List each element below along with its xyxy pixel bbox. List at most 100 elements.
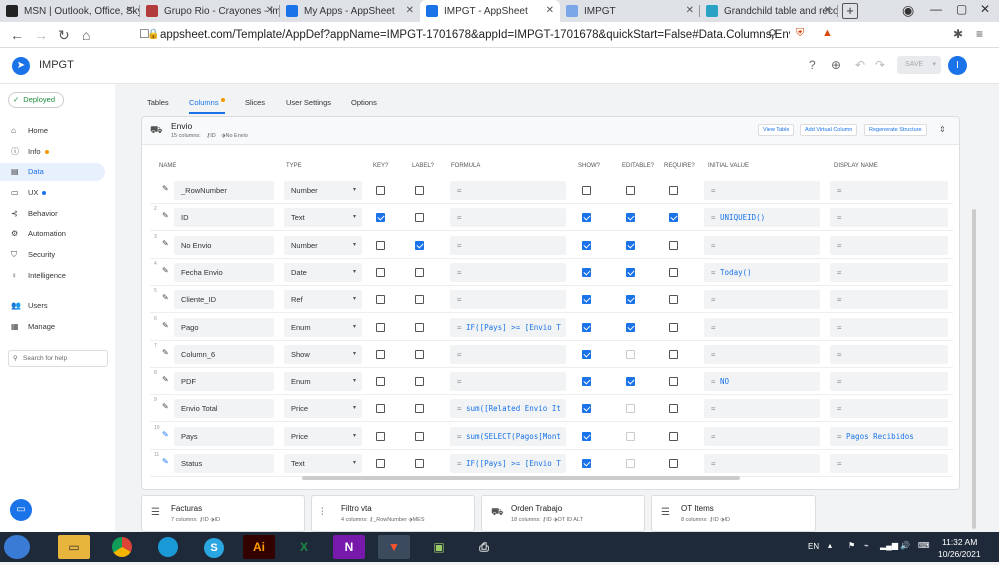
deployed-status-badge[interactable]: ✓ Deployed — [8, 92, 64, 108]
browser-tab-3[interactable]: My Apps - AppSheet ✕ — [280, 0, 420, 22]
edit-pencil-icon[interactable]: ✎ — [162, 239, 169, 248]
require-checkbox[interactable] — [669, 213, 678, 223]
edit-pencil-icon[interactable]: ✎ — [162, 293, 169, 302]
language-indicator[interactable]: EN — [808, 542, 819, 551]
formula-field[interactable]: = — [450, 181, 566, 200]
sidebar-item-manage[interactable]: ▦ Manage — [0, 318, 105, 336]
clock-date[interactable]: 10/26/2021 — [938, 549, 981, 559]
flag-icon[interactable]: ⚑ — [848, 541, 855, 550]
column-type-select[interactable]: Price ▾ — [284, 426, 362, 446]
brave-rewards-icon[interactable]: ▲ — [822, 27, 833, 39]
initial-value-field[interactable]: = — [704, 399, 820, 419]
expand-collapse-icon[interactable]: ⇕ — [939, 125, 946, 134]
column-name-field[interactable]: Column_6 — [174, 344, 274, 364]
editable-checkbox[interactable] — [626, 431, 635, 441]
column-name-field[interactable]: ID — [174, 208, 274, 228]
display-name-field[interactable]: = — [830, 372, 948, 392]
display-name-field[interactable]: = — [830, 454, 948, 473]
key-checkbox[interactable] — [376, 186, 385, 195]
forward-icon[interactable]: → — [34, 27, 48, 43]
column-name-field[interactable]: Envio Total — [174, 399, 274, 419]
edit-pencil-icon[interactable]: ✎ — [162, 184, 169, 193]
key-checkbox[interactable] — [376, 349, 385, 359]
key-checkbox[interactable] — [376, 431, 385, 441]
editable-checkbox[interactable] — [626, 349, 635, 359]
display-name-field[interactable]: = — [830, 262, 948, 282]
show-checkbox[interactable] — [582, 295, 591, 305]
editable-checkbox[interactable] — [626, 377, 635, 387]
browser-tab-5[interactable]: IMPGT ✕ — [560, 0, 700, 22]
network-icon[interactable]: ⌁ — [864, 541, 869, 550]
extensions-icon[interactable]: ✱ — [953, 27, 963, 41]
require-checkbox[interactable] — [669, 459, 678, 468]
require-checkbox[interactable] — [669, 186, 678, 195]
column-type-select[interactable]: Number ▾ — [284, 235, 362, 255]
save-button[interactable]: SAVE ▾ — [897, 56, 941, 74]
edit-pencil-icon[interactable]: ✎ — [162, 430, 169, 439]
table-card-facturas[interactable]: ☰ Facturas 7 columns: ⚷ID ⬗ID — [141, 495, 305, 532]
sidebar-item-data[interactable]: ▤ Data — [0, 163, 105, 181]
brave-icon[interactable]: ▼ — [378, 535, 410, 559]
tab-close-icon[interactable]: ✕ — [546, 5, 554, 16]
editable-checkbox[interactable] — [626, 322, 635, 332]
show-checkbox[interactable] — [582, 404, 591, 414]
show-checkbox[interactable] — [582, 267, 591, 277]
column-name-field[interactable]: _RowNumber — [174, 181, 274, 200]
excel-icon[interactable]: X — [288, 535, 320, 559]
vertical-scrollbar[interactable] — [972, 209, 976, 529]
label-checkbox[interactable] — [415, 404, 424, 414]
formula-field[interactable]: = IF([Pays] >= [Envio T — [450, 454, 566, 473]
editable-checkbox[interactable] — [626, 267, 635, 277]
show-checkbox[interactable] — [582, 322, 591, 332]
regenerate-structure-button[interactable]: Regenerate Structure — [864, 124, 927, 136]
initial-value-field[interactable]: = — [704, 344, 820, 364]
sidebar-item-automation[interactable]: ⚙ Automation — [0, 225, 105, 243]
require-checkbox[interactable] — [669, 295, 678, 305]
initial-value-field[interactable]: = — [704, 235, 820, 255]
new-tab-button[interactable]: + — [842, 3, 858, 19]
help-icon[interactable]: ? — [809, 58, 816, 72]
editable-checkbox[interactable] — [626, 186, 635, 195]
sidebar-item-security[interactable]: ⛉ Security — [0, 246, 105, 264]
table-card-filtro-vta[interactable]: ⫶ Filtro vta 4 columns: ⚷_RowNumber ⬗MES — [311, 495, 475, 532]
save-dropdown-icon[interactable]: ▾ — [932, 56, 936, 74]
sidebar-item-ux[interactable]: ▭ UX — [0, 184, 105, 202]
show-checkbox[interactable] — [582, 431, 591, 441]
edit-pencil-icon[interactable]: ✎ — [162, 457, 169, 466]
display-name-field[interactable]: = — [830, 290, 948, 310]
tab-close-icon[interactable]: ✕ — [126, 5, 134, 16]
formula-field[interactable]: = sum(SELECT(Pagos[Mont — [450, 426, 566, 446]
display-name-field[interactable]: = — [830, 235, 948, 255]
key-checkbox[interactable] — [376, 377, 385, 387]
formula-field[interactable]: = — [450, 344, 566, 364]
close-window-icon[interactable]: ✕ — [980, 2, 990, 16]
editable-checkbox[interactable] — [626, 213, 635, 223]
tab-close-icon[interactable]: ✕ — [406, 5, 414, 16]
sidebar-item-info[interactable]: ⓘ Info — [0, 143, 105, 161]
view-table-button[interactable]: View Table — [758, 124, 795, 136]
app-window-icon[interactable]: ▣ — [423, 535, 455, 559]
column-type-select[interactable]: Show ▾ — [284, 344, 362, 364]
add-virtual-column-button[interactable]: Add Virtual Column — [800, 124, 858, 136]
column-name-field[interactable]: Cliente_ID — [174, 290, 274, 310]
label-checkbox[interactable] — [415, 459, 424, 468]
initial-value-field[interactable]: = Today() — [704, 262, 820, 282]
browser-tab-4[interactable]: IMPGT - AppSheet ✕ — [420, 0, 560, 22]
require-checkbox[interactable] — [669, 377, 678, 387]
column-type-select[interactable]: Number ▾ — [284, 181, 362, 200]
show-checkbox[interactable] — [582, 240, 591, 250]
zoom-icon[interactable]: ⚲ — [768, 27, 777, 41]
label-checkbox[interactable] — [415, 240, 424, 250]
notification-chevron-icon[interactable]: ▴ — [828, 541, 832, 550]
horizontal-scrollbar[interactable] — [302, 476, 740, 480]
formula-field[interactable]: = sum([Related Envio It — [450, 399, 566, 419]
maximize-icon[interactable]: ▢ — [956, 2, 967, 16]
search-help-input[interactable]: ⚲ Search for help — [8, 350, 108, 367]
initial-value-field[interactable]: = — [704, 317, 820, 337]
key-checkbox[interactable] — [376, 459, 385, 468]
printer-icon[interactable]: ⎙ — [468, 535, 500, 559]
formula-field[interactable]: = — [450, 372, 566, 392]
column-type-select[interactable]: Ref ▾ — [284, 290, 362, 310]
file-explorer-icon[interactable]: ▭ — [58, 535, 90, 559]
redo-icon[interactable]: ↷ — [875, 58, 885, 72]
